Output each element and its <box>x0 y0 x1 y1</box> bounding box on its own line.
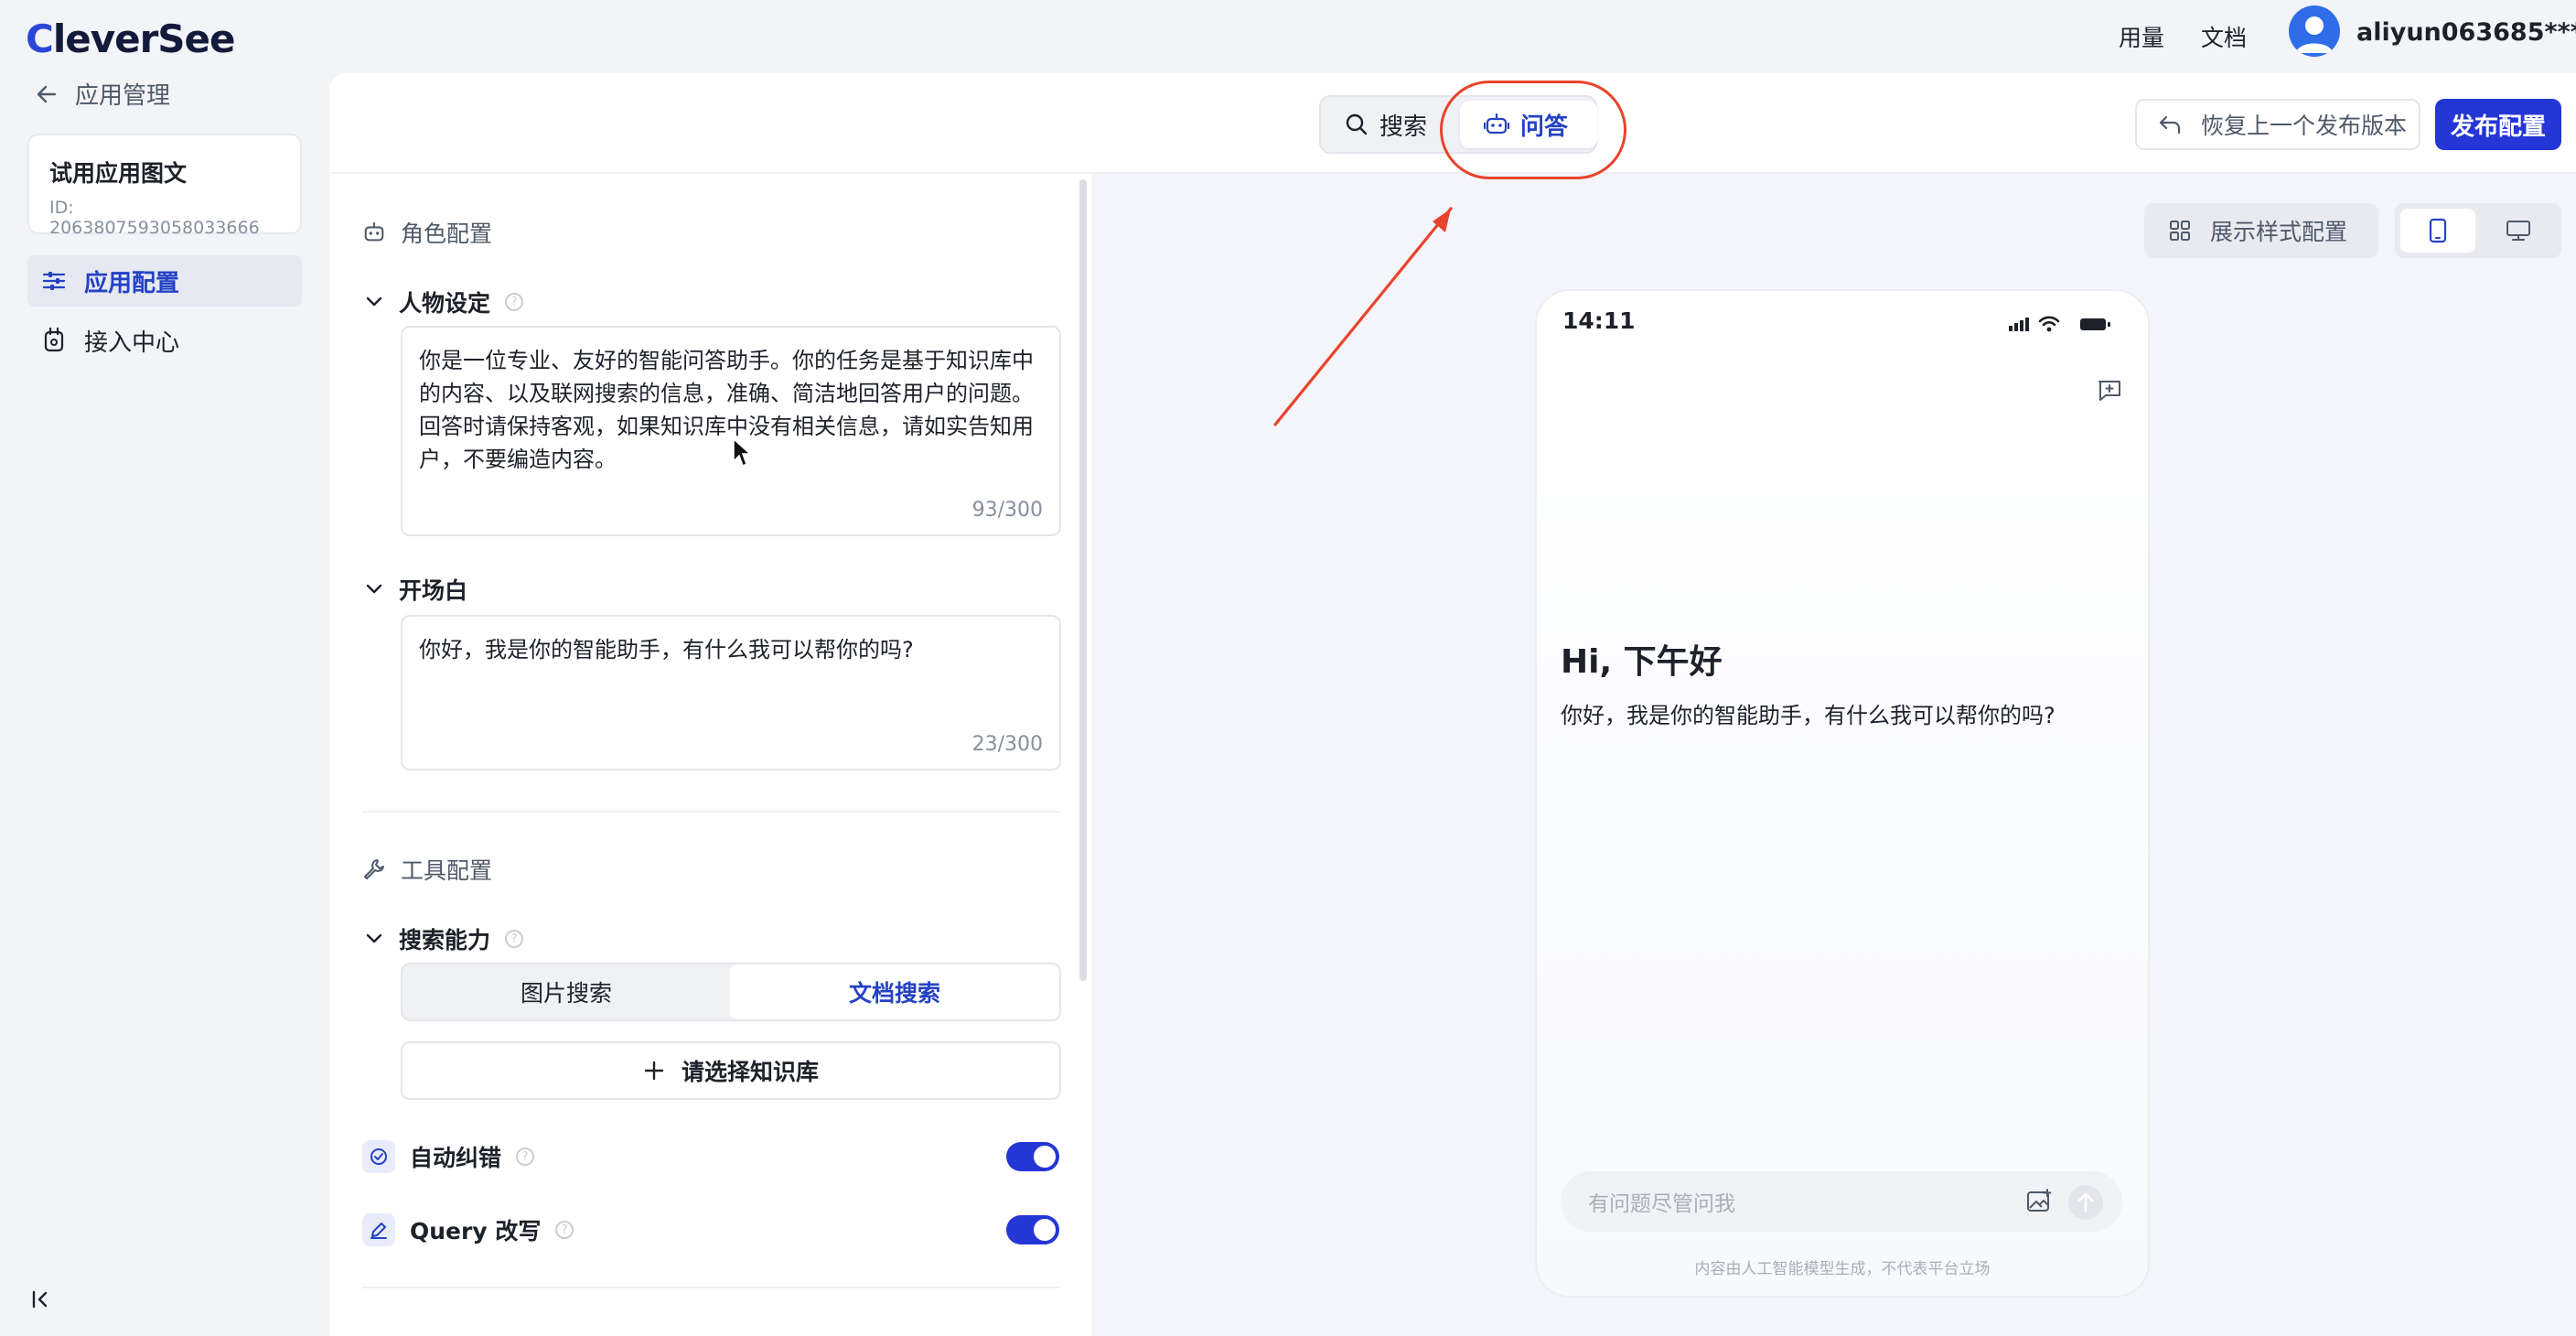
help-icon[interactable]: ? <box>555 1221 574 1239</box>
phone-status-time: 14:11 <box>1562 307 1636 334</box>
greeting-title: Hi, 下午好 <box>1561 643 1723 681</box>
help-icon[interactable]: ? <box>505 293 524 311</box>
pen-icon <box>362 1213 395 1246</box>
help-icon[interactable]: ? <box>516 1147 535 1166</box>
tab-search[interactable]: 搜索 <box>1345 101 1427 148</box>
cleversee-logo[interactable]: CleverSee <box>26 16 236 61</box>
app-id: ID: 2063807593058033666 <box>49 198 260 238</box>
mobile-icon <box>2429 218 2447 243</box>
panel-divider <box>1092 174 1094 1336</box>
status-bar-icons <box>2009 316 2110 332</box>
restore-previous-version-button[interactable]: 恢复上一个发布版本 <box>2135 99 2420 150</box>
sidebar-item-access-center[interactable]: 接入中心 <box>27 315 302 366</box>
sliders-icon <box>42 272 66 290</box>
sidebar-item-app-config[interactable]: 应用配置 <box>27 255 302 307</box>
opening-textarea[interactable]: 你好，我是你的智能助手，有什么我可以帮你的吗? 23/300 <box>401 615 1061 770</box>
collapse-sidebar-button[interactable] <box>29 1288 51 1310</box>
collapse-left-icon <box>32 1290 48 1309</box>
greeting-subtitle: 你好，我是你的智能助手，有什么我可以帮你的吗? <box>1561 703 2055 728</box>
mobile-view-button[interactable] <box>2400 209 2475 253</box>
tools-config-heading: 工具配置 <box>362 853 492 886</box>
role-config-heading: 角色配置 <box>362 216 492 249</box>
section-divider <box>362 1287 1059 1288</box>
app-info-card: 试用应用图文 ID: 2063807593058033666 <box>27 134 302 238</box>
select-knowledge-base-button[interactable]: 请选择知识库 <box>401 1041 1061 1100</box>
chat-input-placeholder: 有问题尽管问我 <box>1588 1192 1735 1216</box>
usage-link[interactable]: 用量 <box>2119 20 2164 53</box>
new-chat-icon[interactable] <box>2097 379 2122 403</box>
phone-preview <box>1535 289 2150 1298</box>
query-rewrite-label: Query 改写 <box>410 1218 542 1244</box>
robot-icon <box>364 221 384 242</box>
config-scrollbar[interactable] <box>1079 179 1087 981</box>
sidebar-item-label: 接入中心 <box>84 329 180 357</box>
search-ability-toggle[interactable]: 搜索能力 ? <box>364 922 524 955</box>
wrench-icon <box>364 859 384 879</box>
desktop-view-button[interactable] <box>2481 209 2556 253</box>
back-to-app-management[interactable]: 应用管理 <box>35 77 170 111</box>
opening-label: 开场白 <box>399 577 468 604</box>
query-rewrite-row: Query 改写 ? <box>362 1213 574 1246</box>
send-arrow-icon <box>2068 1185 2103 1220</box>
toolbar-divider <box>329 172 2576 174</box>
plus-icon <box>644 1061 664 1081</box>
section-divider <box>362 811 1059 813</box>
display-style-config-button[interactable]: 展示样式配置 <box>2144 203 2378 258</box>
opening-char-count: 23/300 <box>971 733 1043 756</box>
help-icon[interactable]: ? <box>505 930 524 948</box>
annotation-circle <box>1440 81 1626 179</box>
tab-search-label: 搜索 <box>1379 113 1428 141</box>
opening-section-toggle[interactable]: 开场白 <box>364 573 467 606</box>
mouse-cursor-icon <box>733 437 752 468</box>
select-kb-label: 请选择知识库 <box>681 1059 819 1085</box>
auto-correct-toggle[interactable] <box>1006 1142 1059 1171</box>
query-rewrite-toggle[interactable] <box>1006 1215 1059 1244</box>
auto-correct-row: 自动纠错 ? <box>362 1140 535 1173</box>
check-circle-icon <box>362 1140 395 1173</box>
persona-textarea[interactable]: 你是一位专业、友好的智能问答助手。你的任务是基于知识库中的内容、以及联网搜索的信… <box>401 326 1061 536</box>
desktop-icon <box>2506 221 2530 241</box>
opening-text: 你好，我是你的智能助手，有什么我可以帮你的吗? <box>419 637 914 663</box>
persona-section-toggle[interactable]: 人物设定 ? <box>364 286 524 318</box>
tab-image-search[interactable]: 图片搜索 <box>402 964 730 1019</box>
search-ability-label: 搜索能力 <box>399 927 491 954</box>
publish-config-button[interactable]: 发布配置 <box>2435 99 2561 150</box>
ai-disclaimer: 内容由人工智能模型生成，不代表平台立场 <box>1694 1260 1991 1278</box>
persona-char-count: 93/300 <box>971 499 1043 522</box>
auto-correct-label: 自动纠错 <box>410 1145 502 1171</box>
arrow-left-icon <box>37 85 57 102</box>
tools-config-label: 工具配置 <box>401 857 493 884</box>
search-icon <box>1346 113 1368 135</box>
chevron-down-icon <box>366 584 382 594</box>
user-avatar-icon <box>2296 16 2333 53</box>
sidebar-item-label: 应用配置 <box>84 269 180 297</box>
restore-label: 恢复上一个发布版本 <box>2201 113 2408 139</box>
docs-link[interactable]: 文档 <box>2201 20 2247 53</box>
plug-icon <box>44 327 64 352</box>
persona-label: 人物设定 <box>399 290 491 317</box>
app-name: 试用应用图文 <box>49 160 188 187</box>
tab-doc-search[interactable]: 文档搜索 <box>730 964 1059 1019</box>
avatar[interactable] <box>2289 5 2340 57</box>
persona-text: 你是一位专业、友好的智能问答助手。你的任务是基于知识库中的内容、以及联网搜索的信… <box>419 348 1034 472</box>
chevron-down-icon <box>366 296 382 307</box>
style-config-label: 展示样式配置 <box>2210 219 2348 245</box>
grid-icon <box>2170 221 2190 241</box>
send-button[interactable] <box>2067 1184 2104 1221</box>
chevron-down-icon <box>366 933 382 943</box>
image-upload-icon[interactable] <box>2025 1188 2053 1215</box>
username[interactable]: aliyun063685**** <box>2356 18 2576 47</box>
undo-icon <box>2159 115 2181 135</box>
annotation-arrow-icon <box>1273 207 1453 426</box>
role-config-label: 角色配置 <box>401 221 493 247</box>
back-label: 应用管理 <box>75 82 171 110</box>
